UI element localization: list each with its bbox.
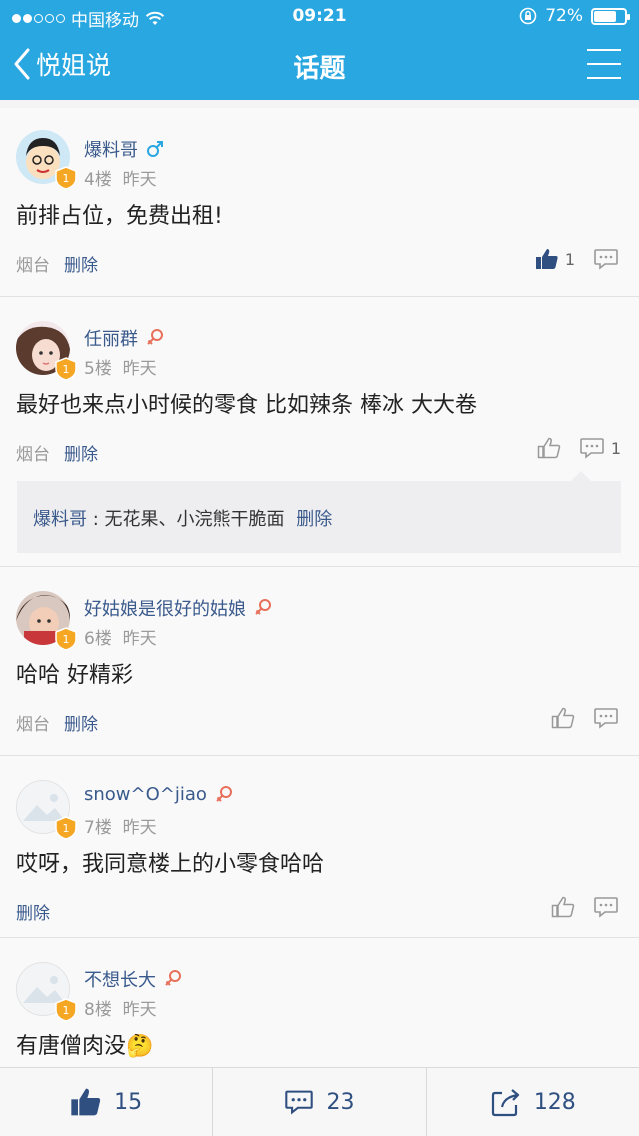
comment-icons: 1	[535, 248, 619, 270]
like-count: 1	[564, 249, 575, 269]
delete-link[interactable]: 删除	[64, 710, 98, 735]
app-header: 中国移动 09:21 72% 悦姐说 话题	[0, 0, 639, 100]
user-name[interactable]: snow^O^jiao	[84, 784, 233, 805]
share-icon	[491, 1089, 519, 1117]
comment-icon[interactable]	[593, 707, 619, 729]
level-badge-icon: 1	[55, 357, 77, 381]
level-badge-icon: 1	[55, 998, 77, 1022]
like-button[interactable]: 1	[535, 248, 575, 270]
comment-post-button[interactable]: 23	[213, 1068, 427, 1136]
comment-meta: 4楼 昨天	[84, 170, 157, 190]
avatar[interactable]: 1	[16, 130, 77, 190]
svg-text:1: 1	[63, 363, 70, 376]
reply-delete-link[interactable]: 删除	[296, 509, 332, 530]
comment-actions: 删除	[16, 899, 50, 924]
post-share-count: 128	[533, 1089, 576, 1115]
comment-icon	[580, 438, 604, 459]
comment-text: 有唐僧肉没🤔	[16, 1034, 154, 1059]
page-title: 话题	[293, 54, 346, 84]
user-name[interactable]: 爆料哥	[84, 136, 164, 162]
female-icon	[165, 970, 181, 986]
male-icon	[147, 141, 163, 157]
female-icon	[216, 785, 232, 802]
comment-icon[interactable]	[593, 896, 619, 918]
comment-text: 最好也来点小时候的零食 比如辣条 棒冰 大大卷	[16, 393, 477, 418]
like-post-button[interactable]: 15	[0, 1068, 214, 1136]
status-bar: 中国移动 09:21 72%	[0, 0, 639, 34]
post-like-count: 15	[114, 1089, 143, 1115]
delete-link[interactable]: 删除	[64, 251, 98, 276]
nav-bar: 悦姐说 话题	[0, 34, 639, 100]
avatar[interactable]: 1	[16, 591, 77, 651]
comment-meta: 7楼 昨天	[84, 818, 157, 838]
svg-text:1: 1	[63, 822, 70, 835]
comment-icon[interactable]	[593, 248, 619, 270]
bottom-action-bar: 15 23 128	[0, 1067, 639, 1136]
comment-icon	[285, 1090, 314, 1115]
avatar[interactable]: 1	[16, 321, 77, 381]
orientation-lock-icon	[519, 7, 537, 25]
comment-item: 1 任丽群 5楼 昨天 最好也来点小时候的零食 比如辣条 棒冰 大大卷 烟台 删…	[0, 297, 639, 567]
comment-actions: 烟台 删除	[16, 251, 98, 276]
delete-link[interactable]: 删除	[64, 440, 98, 465]
reply-text: 无花果、小浣熊干脆面	[104, 509, 285, 530]
level-badge-icon: 1	[55, 627, 77, 651]
thumbs-up-icon[interactable]	[551, 707, 575, 729]
avatar[interactable]: 1	[16, 780, 77, 840]
comment-icons: 1	[537, 437, 621, 459]
share-post-button[interactable]: 128	[427, 1068, 639, 1136]
location-label: 烟台	[16, 256, 50, 276]
user-name[interactable]: 不想长大	[84, 966, 182, 992]
svg-text:1: 1	[63, 633, 70, 646]
level-badge-icon: 1	[55, 816, 77, 840]
thumbs-up-filled-icon	[71, 1088, 101, 1116]
svg-text:1: 1	[63, 1004, 70, 1017]
comment-meta: 5楼 昨天	[84, 359, 157, 379]
location-label: 烟台	[16, 445, 50, 465]
post-comment-count: 23	[326, 1089, 355, 1115]
thumbs-up-icon[interactable]	[537, 437, 561, 459]
battery-percent: 72%	[545, 6, 583, 26]
comment-meta: 6楼 昨天	[84, 629, 157, 649]
level-badge-icon: 1	[55, 166, 77, 190]
female-icon	[147, 329, 163, 345]
comment-item: 1 不想长大 8楼 昨天 有唐僧肉没🤔	[0, 938, 639, 1078]
reply-separator: :	[87, 509, 105, 530]
comment-meta: 8楼 昨天	[84, 1000, 157, 1020]
reply-user-name[interactable]: 爆料哥	[33, 509, 87, 530]
reply-count: 1	[610, 438, 621, 458]
menu-icon[interactable]	[587, 49, 621, 79]
thumbs-up-icon[interactable]	[551, 896, 575, 918]
comment-item: 1 snow^O^jiao 7楼 昨天 哎呀，我同意楼上的小零食哈哈 删除	[0, 756, 639, 938]
status-right: 72%	[519, 6, 630, 26]
reply-button[interactable]: 1	[579, 437, 621, 459]
comment-item: 1 爆料哥 4楼 昨天 前排占位，免费出租! 烟台 删除 1	[0, 108, 639, 297]
battery-icon	[591, 7, 630, 25]
comment-actions: 烟台 删除	[16, 440, 98, 465]
female-icon	[255, 599, 271, 615]
delete-link[interactable]: 删除	[16, 899, 50, 924]
location-label: 烟台	[16, 715, 50, 735]
comment-icons	[551, 896, 619, 918]
comment-icons	[551, 707, 619, 729]
user-name[interactable]: 任丽群	[84, 325, 164, 351]
comment-text: 哈哈 好精彩	[16, 663, 133, 688]
comment-text: 哎呀，我同意楼上的小零食哈哈	[16, 852, 325, 877]
avatar[interactable]: 1	[16, 962, 77, 1022]
comment-item: 1 好姑娘是很好的姑娘 6楼 昨天 哈哈 好精彩 烟台 删除	[0, 567, 639, 756]
comment-list: 1 爆料哥 4楼 昨天 前排占位，免费出租! 烟台 删除 1 1 任丽群 5楼 …	[0, 108, 639, 1078]
reply-box: 爆料哥 : 无花果、小浣熊干脆面 删除	[17, 471, 621, 553]
comment-actions: 烟台 删除	[16, 710, 98, 735]
svg-text:1: 1	[63, 172, 70, 185]
user-name[interactable]: 好姑娘是很好的姑娘	[84, 595, 272, 621]
comment-text: 前排占位，免费出租!	[16, 204, 223, 229]
thumbs-up-filled-icon	[535, 249, 558, 269]
